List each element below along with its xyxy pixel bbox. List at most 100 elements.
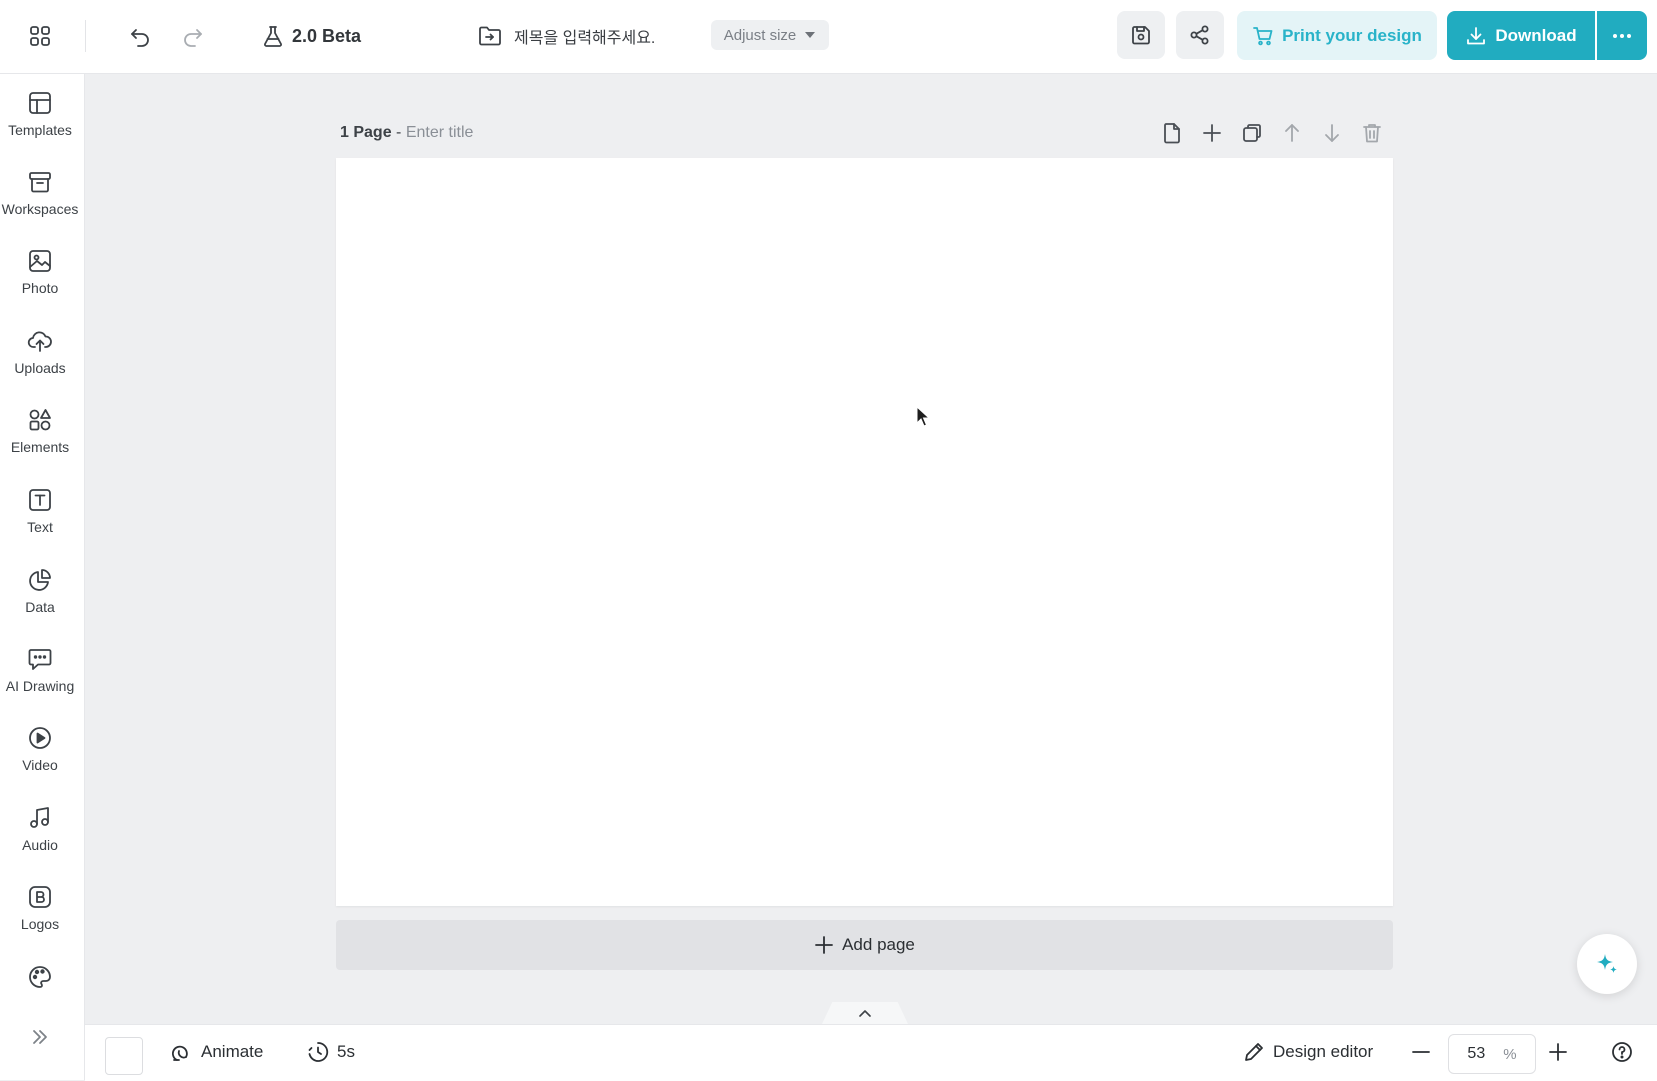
expand-sidebar-button[interactable] (0, 1026, 80, 1066)
sidebar-item-photo[interactable]: Photo (0, 248, 80, 314)
page-header: 1 Page - Enter title (340, 124, 473, 142)
download-icon (1467, 26, 1486, 44)
ai-assistant-button[interactable] (1577, 934, 1637, 994)
sidebar-item-label: Data (25, 599, 55, 615)
redo-button[interactable] (173, 16, 213, 56)
sidebar-item-uploads[interactable]: Uploads (0, 328, 80, 394)
download-label: Download (1495, 25, 1577, 45)
folder-move-icon (479, 26, 501, 46)
pen-icon (1245, 1043, 1263, 1061)
sidebar-item-label: Workspaces (1, 201, 79, 217)
sidebar-item-logos[interactable]: Logos (0, 884, 80, 950)
sidebar-item-brand-palette[interactable] (0, 964, 80, 1004)
design-editor-label: Design editor (1273, 1042, 1374, 1061)
page-tool-move-down[interactable] (1321, 122, 1343, 144)
mouse-cursor-icon (916, 406, 930, 427)
help-icon (1612, 1042, 1632, 1062)
minus-icon (1412, 1051, 1430, 1053)
sidebar-item-label: Uploads (14, 360, 66, 376)
sidebar-item-label: Audio (22, 837, 58, 853)
zoom-input[interactable]: 53 % (1448, 1034, 1536, 1074)
layout-icon (29, 92, 51, 114)
cart-icon (1253, 26, 1273, 45)
apps-menu-button[interactable] (20, 16, 60, 56)
timeline-expand-tab[interactable] (822, 1002, 908, 1024)
version-label: 2.0 Beta (292, 25, 362, 46)
add-page-label: Add page (842, 935, 915, 954)
animate-icon (171, 1045, 188, 1061)
more-options-button[interactable] (1597, 11, 1647, 60)
print-label: Print your design (1282, 25, 1422, 45)
sidebar-item-text[interactable]: Text (0, 487, 80, 553)
page-tool-delete[interactable] (1361, 122, 1383, 144)
design-editor-button[interactable]: Design editor (1243, 1041, 1373, 1063)
page-tool-new[interactable] (1161, 122, 1183, 144)
sidebar-item-label: Elements (10, 439, 70, 455)
zoom-unit: % (1503, 1045, 1517, 1063)
page-tool-move-up[interactable] (1281, 122, 1303, 144)
download-button[interactable]: Download (1447, 11, 1595, 60)
save-button[interactable] (1117, 11, 1165, 59)
add-page-button[interactable]: Add page (336, 920, 1393, 970)
left-sidebar: Templates Workspaces Photo Uploads Eleme… (0, 74, 85, 1080)
adjust-size-dropdown[interactable]: Adjust size (711, 20, 829, 50)
share-button[interactable] (1176, 11, 1224, 59)
adjust-size-label: Adjust size (723, 26, 797, 44)
palette-icon (29, 966, 51, 988)
logo-b-icon (29, 886, 51, 908)
save-icon (1132, 26, 1150, 45)
page-tool-duplicate[interactable] (1241, 122, 1263, 144)
sidebar-item-templates[interactable]: Templates (0, 90, 80, 156)
zoom-value: 53 (1467, 1045, 1486, 1062)
music-icon (30, 807, 49, 828)
undo-button[interactable] (120, 16, 160, 56)
more-horizontal-icon (1613, 33, 1631, 38)
duration-button[interactable]: 5s (307, 1041, 355, 1063)
chevron-up-icon (859, 1010, 871, 1017)
document-title: 제목을 입력해주세요. (514, 30, 656, 47)
sidebar-item-label: Templates (8, 122, 72, 138)
page-separator: - (391, 124, 406, 141)
animate-button[interactable]: Animate (171, 1041, 263, 1063)
sidebar-item-data[interactable]: Data (0, 567, 80, 633)
sidebar-item-workspaces[interactable]: Workspaces (0, 169, 80, 235)
duplicate-icon (1243, 124, 1261, 142)
design-canvas-page[interactable] (336, 158, 1393, 906)
sidebar-item-ai-drawing[interactable]: AI Drawing (0, 646, 80, 712)
sidebar-item-video[interactable]: Video (0, 725, 80, 791)
background-color-swatch[interactable] (105, 1037, 143, 1075)
new-page-icon (1164, 123, 1180, 144)
undo-icon (131, 29, 149, 47)
beta-version-button[interactable]: 2.0 Beta (262, 18, 361, 54)
animate-label: Animate (201, 1042, 264, 1061)
plus-icon (815, 936, 833, 954)
page-tool-add[interactable] (1201, 122, 1223, 144)
redo-icon (184, 29, 202, 47)
chevrons-right-icon (33, 1030, 47, 1044)
top-bar: 2.0 Beta 제목을 입력해주세요. Adjust size Print y… (0, 0, 1657, 74)
arrow-down-icon (1325, 124, 1339, 142)
chart-icon (29, 569, 51, 591)
duration-label: 5s (337, 1042, 355, 1061)
grid-icon (30, 26, 50, 46)
divider (85, 20, 86, 52)
print-design-button[interactable]: Print your design (1237, 11, 1437, 60)
text-icon (29, 489, 51, 511)
help-button[interactable] (1611, 1041, 1633, 1063)
zoom-out-button[interactable] (1411, 1042, 1431, 1062)
share-icon (1190, 25, 1209, 45)
sidebar-item-label: AI Drawing (5, 678, 75, 694)
image-icon (29, 250, 51, 272)
document-title-field[interactable]: 제목을 입력해주세요. (478, 18, 655, 54)
zoom-in-button[interactable] (1548, 1042, 1568, 1062)
page-title-input[interactable]: Enter title (406, 124, 474, 141)
shapes-icon (29, 409, 51, 431)
sidebar-item-label: Photo (21, 280, 59, 296)
caret-down-icon (805, 32, 816, 38)
archive-icon (29, 172, 51, 193)
sparkle-icon (1597, 954, 1617, 973)
flask-icon (264, 26, 282, 47)
sidebar-item-elements[interactable]: Elements (0, 407, 80, 473)
sidebar-item-audio[interactable]: Audio (0, 805, 80, 871)
sidebar-item-label: Logos (20, 916, 60, 932)
